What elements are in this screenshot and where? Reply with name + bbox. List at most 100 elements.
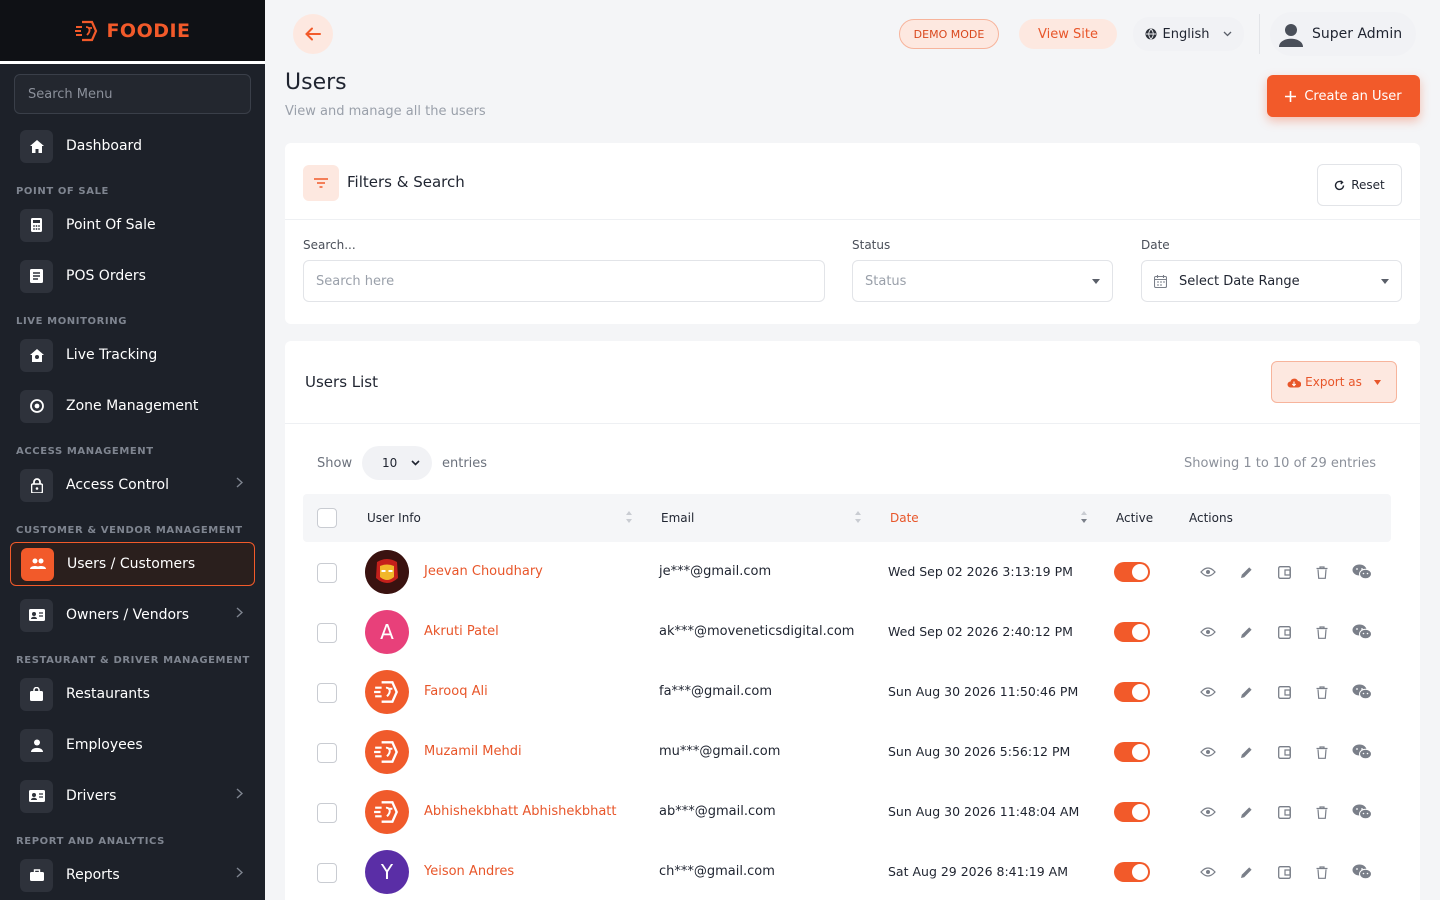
table-row: Farooq Ali fa***@gmail.com Sun Aug 30 20…: [303, 662, 1391, 722]
search-menu-input[interactable]: Search Menu: [14, 74, 251, 114]
chevron-down-icon: [411, 460, 420, 466]
column-email[interactable]: Email: [661, 511, 694, 525]
edit-icon[interactable]: [1237, 863, 1255, 881]
wallet-icon[interactable]: [1275, 803, 1293, 821]
view-icon[interactable]: [1199, 803, 1217, 821]
sidebar-item-dashboard[interactable]: Dashboard: [10, 124, 255, 168]
row-checkbox[interactable]: [317, 803, 337, 823]
sidebar-item-owners-vendors[interactable]: Owners / Vendors: [10, 593, 255, 637]
sidebar-item-reports[interactable]: Reports: [10, 853, 255, 897]
wallet-icon[interactable]: [1275, 683, 1293, 701]
sort-icon[interactable]: [625, 510, 633, 524]
active-toggle[interactable]: [1114, 742, 1150, 762]
sort-icon[interactable]: [854, 510, 862, 524]
entries-per-page-select[interactable]: 10: [362, 446, 432, 480]
edit-icon[interactable]: [1237, 623, 1255, 641]
trash-icon[interactable]: [1313, 803, 1331, 821]
logo[interactable]: FOODIE: [0, 0, 265, 64]
edit-icon[interactable]: [1237, 743, 1255, 761]
wechat-icon[interactable]: [1351, 863, 1373, 881]
edit-icon[interactable]: [1237, 563, 1255, 581]
active-toggle[interactable]: [1114, 682, 1150, 702]
user-date: Sat Aug 29 2026 8:41:19 AM: [888, 864, 1069, 879]
view-icon[interactable]: [1199, 623, 1217, 641]
user-name-link[interactable]: Abhishekbhatt Abhishekbhatt: [424, 804, 617, 819]
date-label: Date: [1141, 238, 1170, 252]
view-site-button[interactable]: View Site: [1019, 19, 1117, 49]
trash-icon[interactable]: [1313, 683, 1331, 701]
row-checkbox[interactable]: [317, 743, 337, 763]
search-input[interactable]: Search here: [303, 260, 825, 302]
user-name-link[interactable]: Akruti Patel: [424, 624, 499, 639]
sidebar-item-label: Access Control: [66, 477, 169, 493]
active-toggle[interactable]: [1114, 562, 1150, 582]
user-name-link[interactable]: Muzamil Mehdi: [424, 744, 522, 759]
user-date: Wed Sep 02 2026 3:13:19 PM: [888, 564, 1073, 579]
user-email: je***@gmail.com: [659, 564, 772, 579]
sidebar-item-restaurants[interactable]: Restaurants: [10, 672, 255, 716]
language-label: English: [1162, 26, 1210, 42]
sort-icon[interactable]: [1080, 510, 1088, 524]
trash-icon[interactable]: [1313, 563, 1331, 581]
sidebar-item-pos-orders[interactable]: POS Orders: [10, 254, 255, 298]
view-icon[interactable]: [1199, 563, 1217, 581]
row-checkbox[interactable]: [317, 623, 337, 643]
trash-icon[interactable]: [1313, 743, 1331, 761]
column-date[interactable]: Date: [890, 511, 919, 525]
view-icon[interactable]: [1199, 863, 1217, 881]
sidebar-item-zone-management[interactable]: Zone Management: [10, 384, 255, 428]
export-button[interactable]: Export as: [1271, 361, 1397, 403]
wechat-icon[interactable]: [1351, 803, 1373, 821]
back-button[interactable]: [293, 14, 333, 54]
sidebar-item-drivers[interactable]: Drivers: [10, 774, 255, 818]
sidebar-item-live-tracking[interactable]: Live Tracking: [10, 333, 255, 377]
wechat-icon[interactable]: [1351, 683, 1373, 701]
trash-icon[interactable]: [1313, 863, 1331, 881]
user-profile-menu[interactable]: Super Admin: [1270, 12, 1416, 56]
date-range-picker[interactable]: Select Date Range: [1141, 260, 1402, 302]
row-checkbox[interactable]: [317, 863, 337, 883]
sidebar-item-access-control[interactable]: Access Control: [10, 463, 255, 507]
sidebar-item-label: Drivers: [66, 788, 117, 804]
user-name-link[interactable]: Farooq Ali: [424, 684, 488, 699]
calculator-icon: [20, 208, 53, 242]
active-toggle[interactable]: [1114, 862, 1150, 882]
letter-avatar: A: [365, 610, 409, 654]
sidebar-item-point-of-sale[interactable]: Point Of Sale: [10, 203, 255, 247]
view-site-label: View Site: [1038, 26, 1098, 42]
row-checkbox[interactable]: [317, 563, 337, 583]
edit-icon[interactable]: [1237, 683, 1255, 701]
trash-icon[interactable]: [1313, 623, 1331, 641]
row-checkbox[interactable]: [317, 683, 337, 703]
view-icon[interactable]: [1199, 683, 1217, 701]
demo-mode-badge[interactable]: DEMO MODE: [899, 19, 999, 49]
brand-logo-icon: [374, 801, 398, 823]
status-placeholder: Status: [865, 273, 907, 289]
wechat-icon[interactable]: [1351, 563, 1373, 581]
wallet-icon[interactable]: [1275, 563, 1293, 581]
briefcase-icon: [20, 858, 53, 892]
create-user-button[interactable]: Create an User: [1267, 75, 1420, 117]
language-selector[interactable]: English: [1133, 17, 1244, 51]
sidebar-item-employees[interactable]: Employees: [10, 723, 255, 767]
user-name-link[interactable]: Jeevan Choudhary: [424, 564, 543, 579]
column-user-info[interactable]: User Info: [367, 511, 421, 525]
reset-button[interactable]: Reset: [1317, 164, 1402, 206]
wallet-icon[interactable]: [1275, 743, 1293, 761]
view-icon[interactable]: [1199, 743, 1217, 761]
select-all-checkbox[interactable]: [317, 508, 337, 528]
wechat-icon[interactable]: [1351, 743, 1373, 761]
entries-value: 10: [382, 456, 398, 470]
wallet-icon[interactable]: [1275, 623, 1293, 641]
status-select[interactable]: Status: [852, 260, 1113, 302]
sidebar-item-users-customers[interactable]: Users / Customers: [10, 542, 255, 586]
user-name-link[interactable]: Yeison Andres: [424, 864, 514, 879]
wallet-icon[interactable]: [1275, 863, 1293, 881]
column-active: Active: [1116, 511, 1154, 525]
active-toggle[interactable]: [1114, 802, 1150, 822]
wechat-icon[interactable]: [1351, 623, 1373, 641]
admin-name: Super Admin: [1312, 26, 1403, 42]
edit-icon[interactable]: [1237, 803, 1255, 821]
active-toggle[interactable]: [1114, 622, 1150, 642]
sidebar-item-label: Employees: [66, 737, 143, 753]
